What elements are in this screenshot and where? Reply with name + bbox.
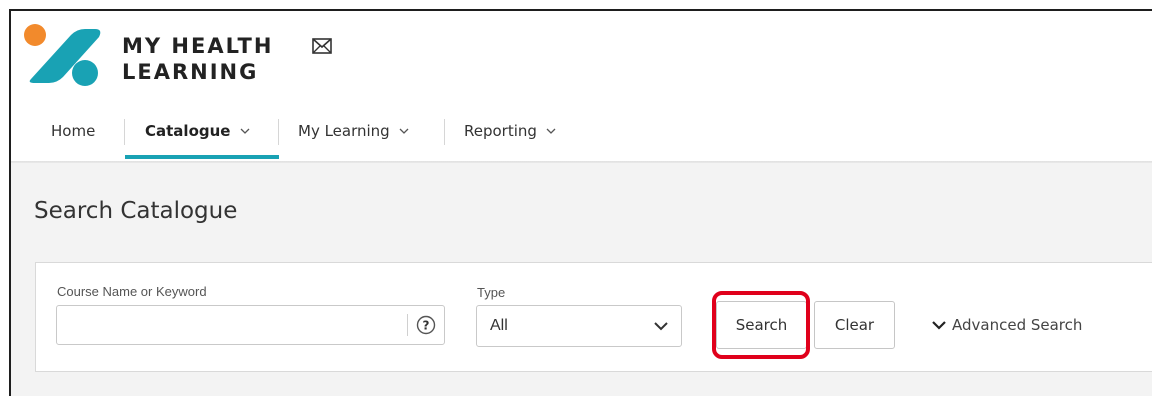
help-circle-icon[interactable]: ? [416, 315, 436, 335]
page-content: Search Catalogue Course Name or Keyword … [11, 163, 1152, 396]
type-selected-value: All [490, 317, 508, 334]
nav-separator [124, 119, 125, 145]
keyword-label: Course Name or Keyword [57, 284, 207, 299]
advanced-search-label: Advanced Search [952, 316, 1083, 334]
nav-item-home[interactable]: Home [51, 111, 95, 159]
mail-icon[interactable] [312, 38, 332, 54]
active-tab-indicator [125, 155, 279, 159]
nav-item-label: My Learning [298, 122, 390, 140]
chevron-down-icon [654, 322, 668, 331]
main-navigation: Home Catalogue My Learning Reporting [11, 111, 1152, 163]
page-title: Search Catalogue [34, 198, 238, 224]
chevron-down-icon [546, 128, 556, 134]
chevron-down-icon [932, 321, 946, 330]
nav-item-catalogue[interactable]: Catalogue [145, 111, 250, 159]
nav-separator [278, 119, 279, 145]
input-divider [407, 314, 408, 336]
nav-item-label: Reporting [464, 122, 537, 140]
brand-line-2: LEARNING [122, 60, 259, 84]
nav-item-my-learning[interactable]: My Learning [298, 111, 409, 159]
type-label: Type [477, 285, 506, 300]
site-header: MY HEALTH LEARNING Home Catalogue My Lea… [11, 11, 1152, 165]
advanced-search-toggle[interactable]: Advanced Search [932, 316, 1082, 334]
type-select[interactable]: All [476, 305, 682, 347]
highlight-annotation [712, 291, 810, 359]
nav-item-label: Catalogue [145, 122, 231, 140]
clear-button[interactable]: Clear [814, 301, 895, 349]
nav-item-reporting[interactable]: Reporting [464, 111, 556, 159]
nav-item-label: Home [51, 122, 96, 140]
svg-text:?: ? [423, 319, 430, 333]
chevron-down-icon [240, 128, 250, 134]
search-panel: Course Name or Keyword ? Type All Search… [35, 262, 1152, 372]
keyword-search-input[interactable]: ? [56, 305, 445, 345]
brand-name: MY HEALTH LEARNING [122, 33, 273, 85]
brand-line-1: MY HEALTH [122, 34, 274, 58]
my-health-learning-logo[interactable] [17, 17, 109, 93]
app-window: MY HEALTH LEARNING Home Catalogue My Lea… [9, 9, 1152, 396]
chevron-down-icon [399, 128, 408, 134]
nav-separator [444, 119, 445, 145]
